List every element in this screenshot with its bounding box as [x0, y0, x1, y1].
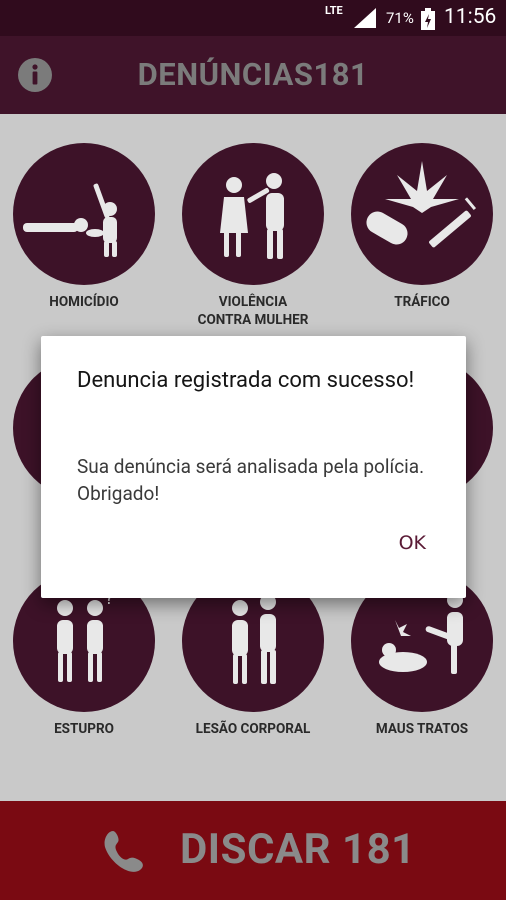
app-title: DENÚNCIAS181 — [137, 56, 369, 93]
dial-181-button[interactable]: DISCAR 181 — [0, 801, 506, 900]
category-label: TRÁFICO — [394, 294, 450, 310]
category-label: VIOLÊNCIA CONTRA MULHER — [197, 294, 309, 328]
category-drug-trafficking[interactable]: TRÁFICO — [338, 143, 506, 311]
drug-trafficking-icon — [366, 161, 477, 248]
ok-button[interactable]: OK — [397, 528, 428, 558]
app-bar: DENÚNCIAS181 — [0, 36, 506, 114]
category-label: MAUS TRATOS — [375, 721, 469, 737]
homicide-icon — [23, 183, 117, 257]
dialog-message: Sua denúncia será analisada pela polícia… — [77, 455, 425, 505]
category-label: HOMICÍDIO — [49, 294, 119, 310]
phone-icon — [104, 831, 143, 872]
category-violence-against-woman[interactable]: VIOLÊNCIA CONTRA MULHER — [169, 143, 337, 329]
battery-icon — [421, 8, 435, 30]
dial-label: DISCAR 181 — [180, 825, 416, 874]
violence-against-woman-icon — [220, 173, 284, 259]
category-label: ESTUPRO — [54, 721, 114, 737]
success-dialog: Denuncia registrada com sucesso! Sua den… — [41, 336, 466, 598]
dialog-title: Denuncia registrada com sucesso! — [77, 368, 415, 393]
battery-percent: 71% — [386, 9, 414, 27]
clock: 11:56 — [444, 5, 497, 29]
category-homicide[interactable]: HOMICÍDIO — [0, 143, 168, 311]
signal-icon — [354, 8, 376, 28]
status-bar: LTE 71% 11:56 — [0, 0, 506, 36]
category-label: LESÃO CORPORAL — [195, 721, 311, 737]
network-type: LTE — [325, 4, 343, 17]
